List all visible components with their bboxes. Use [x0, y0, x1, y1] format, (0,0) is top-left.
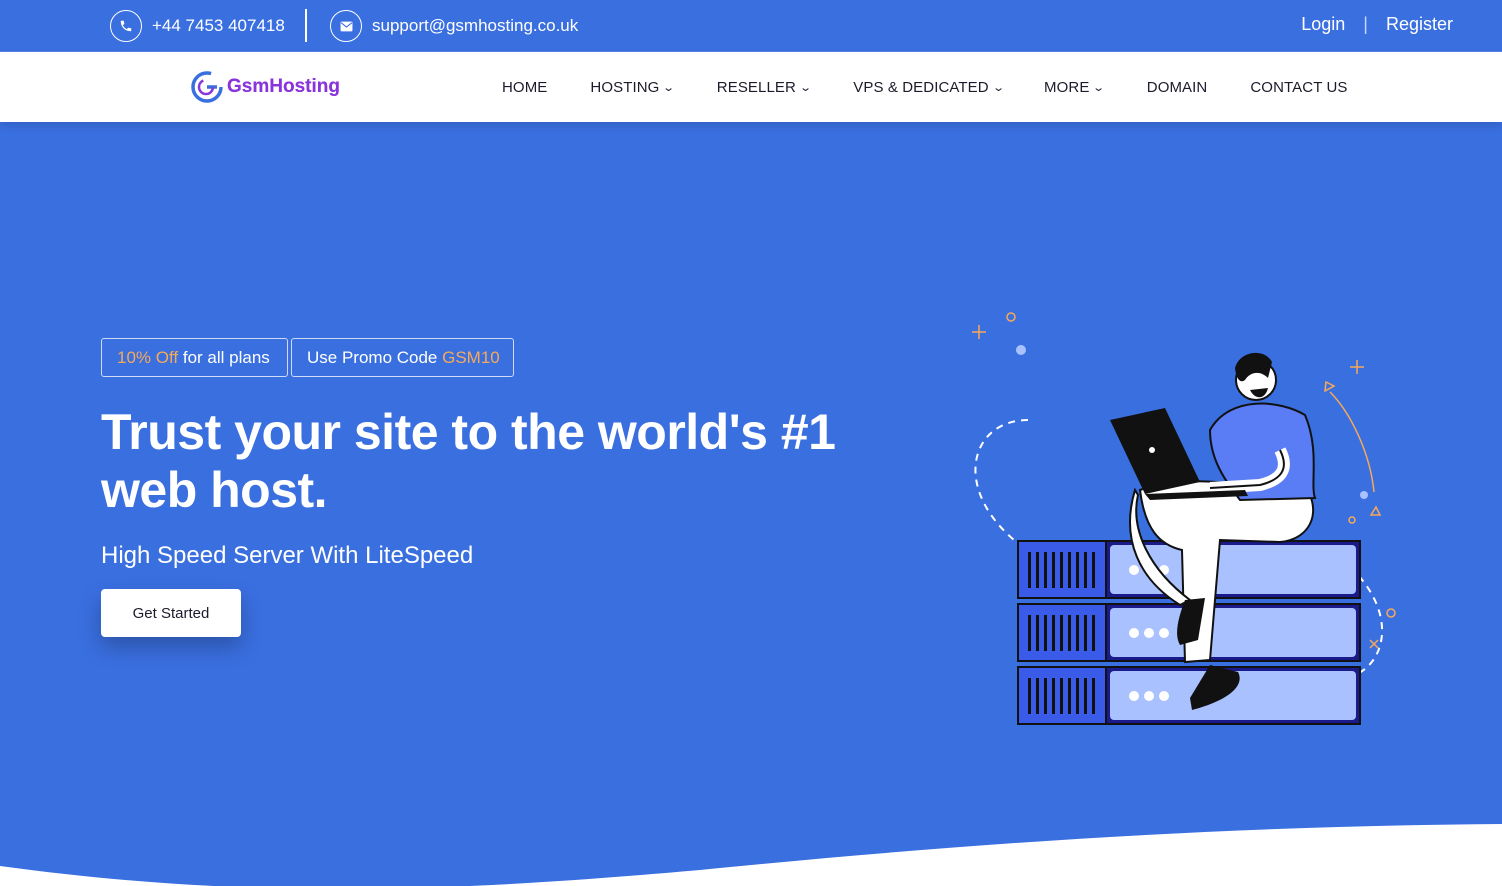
login-link[interactable]: Login: [1301, 14, 1345, 35]
email-contact[interactable]: support@gsmhosting.co.uk: [330, 10, 578, 42]
logo[interactable]: GsmHosting: [189, 69, 340, 105]
divider: [305, 9, 307, 42]
email-address[interactable]: support@gsmhosting.co.uk: [372, 16, 578, 36]
get-started-button[interactable]: Get Started: [101, 589, 241, 637]
phone-contact[interactable]: +44 7453 407418: [110, 10, 285, 42]
main-navigation: GsmHosting HOME HOSTING ⌄ RESELLER ⌄ VPS &…: [0, 52, 1502, 122]
nav-item-more[interactable]: MORE ⌄: [1044, 78, 1106, 96]
chevron-down-icon: ⌄: [991, 81, 1005, 94]
hero-illustration: [972, 312, 1396, 725]
auth-separator: |: [1363, 14, 1368, 34]
promo-highlight: 10% Off: [117, 347, 179, 367]
nav-label: MORE: [1044, 78, 1090, 96]
promo-text: for all plans: [178, 347, 270, 367]
nav-item-domain[interactable]: DOMAIN: [1147, 79, 1208, 96]
nav-label: VPS & DEDICATED: [853, 78, 989, 96]
nav-item-reseller[interactable]: RESELLER ⌄: [716, 78, 813, 96]
envelope-icon: [330, 10, 362, 42]
promo-text: Use Promo Code: [307, 347, 443, 367]
nav-label: DOMAIN: [1146, 78, 1208, 96]
nav-label: CONTACT US: [1250, 78, 1348, 96]
nav-item-hosting[interactable]: HOSTING ⌄: [590, 78, 676, 96]
chevron-down-icon: ⌄: [799, 81, 813, 94]
nav-item-home[interactable]: HOME: [502, 79, 547, 96]
nav-label: HOME: [502, 78, 548, 96]
hero-wave-divider: [0, 824, 1502, 886]
phone-number[interactable]: +44 7453 407418: [152, 16, 285, 36]
hero-headline: Trust your site to the world's #1 web ho…: [101, 404, 836, 518]
nav-label: RESELLER: [716, 78, 796, 96]
promo-badge-discount: 10% Off for all plans: [101, 338, 288, 377]
promo-badge-code: Use Promo Code GSM10: [291, 338, 514, 377]
nav-item-vps-dedicated[interactable]: VPS & DEDICATED ⌄: [853, 78, 1005, 96]
nav-menu: HOME HOSTING ⌄ RESELLER ⌄ VPS & DEDICATED ⌄…: [502, 52, 1348, 122]
top-bar: +44 7453 407418 support@gsmhosting.co.uk…: [0, 0, 1502, 52]
chevron-down-icon: ⌄: [662, 81, 676, 94]
logo-text: GsmHosting: [227, 76, 340, 97]
register-link[interactable]: Register: [1386, 14, 1453, 35]
promo-code: GSM10: [442, 347, 500, 367]
chevron-down-icon: ⌄: [1092, 81, 1106, 94]
phone-icon: [110, 10, 142, 42]
hero-subheadline: High Speed Server With LiteSpeed: [101, 542, 474, 569]
logo-icon: [191, 71, 223, 103]
auth-links: Login | Register: [1301, 14, 1453, 35]
nav-item-contact-us[interactable]: CONTACT US: [1250, 79, 1347, 96]
nav-label: HOSTING: [590, 78, 660, 96]
